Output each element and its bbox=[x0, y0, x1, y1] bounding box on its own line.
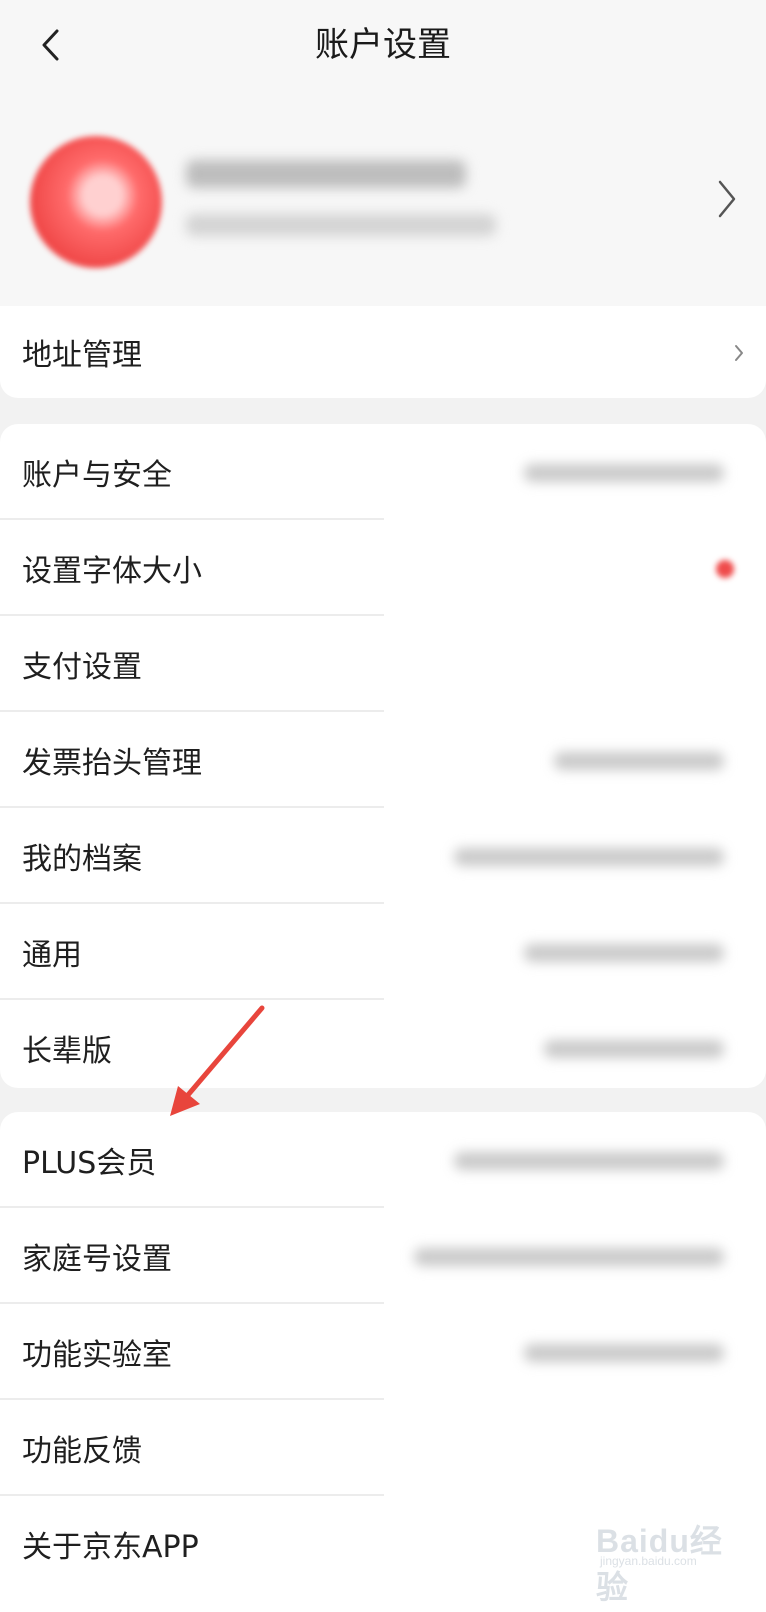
list-item-invoice[interactable]: 发票抬头管理 bbox=[0, 712, 766, 808]
list-item-address[interactable]: 地址管理 bbox=[0, 306, 766, 398]
list-item-font-size[interactable]: 设置字体大小 bbox=[0, 520, 766, 616]
row-value-blurred bbox=[524, 464, 724, 482]
list-item-profile-archive[interactable]: 我的档案 bbox=[0, 808, 766, 904]
list-item-label: 功能实验室 bbox=[22, 1338, 172, 1373]
settings-card: 账户与安全 设置字体大小 支付设置 发票抬头管理 我的档案 通用 长辈版 bbox=[0, 424, 766, 1088]
list-item-plus-member[interactable]: PLUS会员 bbox=[0, 1112, 766, 1208]
list-item-label: 发票抬头管理 bbox=[22, 746, 202, 781]
list-item-label: 我的档案 bbox=[22, 842, 142, 877]
row-value-blurred bbox=[544, 1040, 724, 1058]
watermark-subtext: jingyan.baidu.com bbox=[600, 1554, 697, 1568]
row-value-blurred bbox=[454, 848, 724, 866]
list-item-label: PLUS会员 bbox=[22, 1146, 157, 1181]
list-item-feature-lab[interactable]: 功能实验室 bbox=[0, 1304, 766, 1400]
list-item-label: 功能反馈 bbox=[22, 1434, 142, 1469]
list-item-label: 关于京东APP bbox=[22, 1530, 199, 1565]
baidu-watermark: Baidu经验 jingyan.baidu.com bbox=[596, 1510, 736, 1605]
list-item-label: 账户与安全 bbox=[22, 458, 172, 493]
list-item-feedback[interactable]: 功能反馈 bbox=[0, 1400, 766, 1496]
header-bar: 账户设置 bbox=[0, 0, 766, 96]
list-item-payment[interactable]: 支付设置 bbox=[0, 616, 766, 712]
list-item-label: 长辈版 bbox=[22, 1034, 112, 1069]
list-item-label: 家庭号设置 bbox=[22, 1242, 172, 1277]
row-value-blurred bbox=[524, 944, 724, 962]
row-value-blurred bbox=[414, 1248, 724, 1266]
avatar bbox=[30, 136, 162, 268]
profile-card[interactable] bbox=[0, 96, 766, 310]
page-title: 账户设置 bbox=[315, 25, 451, 65]
chevron-right-icon bbox=[718, 180, 736, 218]
row-value-blurred bbox=[524, 1344, 724, 1362]
row-value-blurred bbox=[554, 752, 724, 770]
list-item-label: 支付设置 bbox=[22, 650, 142, 685]
list-item-label: 设置字体大小 bbox=[22, 554, 202, 589]
list-item-label: 通用 bbox=[22, 938, 82, 973]
list-item-family-account[interactable]: 家庭号设置 bbox=[0, 1208, 766, 1304]
red-dot-badge bbox=[716, 560, 734, 578]
list-item-label: 地址管理 bbox=[22, 338, 142, 373]
chevron-right-icon bbox=[735, 345, 743, 361]
list-item-general[interactable]: 通用 bbox=[0, 904, 766, 1000]
username-blurred bbox=[186, 160, 466, 188]
account-id-blurred bbox=[186, 214, 496, 236]
list-item-account-security[interactable]: 账户与安全 bbox=[0, 424, 766, 520]
address-card: 地址管理 bbox=[0, 306, 766, 398]
list-item-elder-mode[interactable]: 长辈版 bbox=[0, 1000, 766, 1096]
row-value-blurred bbox=[454, 1152, 724, 1170]
